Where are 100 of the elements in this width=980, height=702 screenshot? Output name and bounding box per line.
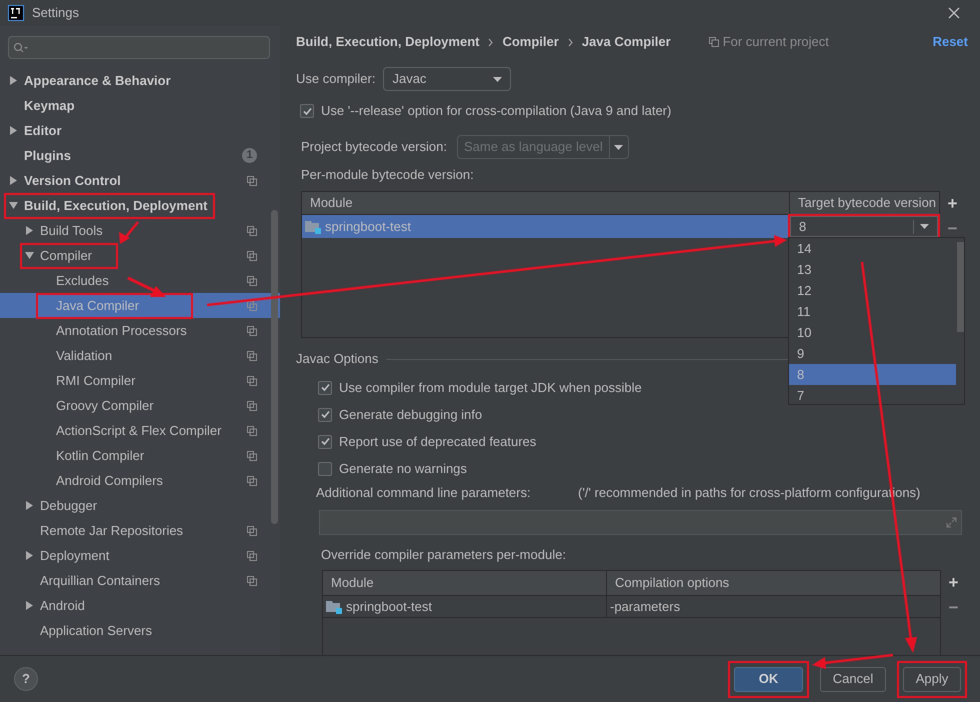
chevron-icon — [488, 38, 494, 46]
item-label: Android — [40, 596, 85, 615]
breadcrumb-item[interactable]: Java Compiler — [582, 32, 671, 52]
remove-button[interactable]: − — [941, 595, 966, 620]
section-title: Javac Options — [296, 350, 378, 368]
breadcrumb-item[interactable]: Compiler — [502, 32, 559, 52]
ok-button[interactable]: OK — [734, 666, 803, 692]
sidebar-item[interactable]: Groovy Compiler — [0, 393, 280, 418]
check-icon — [320, 436, 330, 447]
sidebar-item[interactable]: Annotation Processors — [0, 318, 280, 343]
sidebar-item[interactable]: Keymap — [0, 93, 280, 118]
list-option[interactable]: 14 — [789, 238, 956, 259]
list-option[interactable]: 10 — [789, 322, 956, 343]
field-label: Per-module bytecode version: — [301, 166, 474, 184]
sidebar-item[interactable]: Version Control — [0, 168, 280, 193]
checkbox-label: Generate no warnings — [339, 460, 467, 478]
item-label: Java Compiler — [56, 296, 140, 315]
window-title: Settings — [32, 4, 79, 22]
close-icon[interactable] — [948, 7, 960, 19]
sidebar-item[interactable]: Kotlin Compiler — [0, 443, 280, 468]
list-option[interactable]: 7 — [789, 385, 956, 404]
sidebar-item[interactable]: RMI Compiler — [0, 368, 280, 393]
table-cell: springboot-test — [323, 596, 606, 617]
item-label: Arquillian Containers — [40, 572, 160, 590]
item-label: Compiler — [40, 246, 92, 265]
sidebar-item[interactable]: Validation — [0, 343, 280, 368]
checkbox[interactable] — [318, 380, 332, 394]
item-label: Appearance & Behavior — [24, 72, 171, 90]
list-option[interactable]: 11 — [789, 301, 956, 322]
expand-icon[interactable] — [946, 517, 957, 528]
scope-label: For current project — [722, 33, 829, 52]
check-icon — [320, 409, 330, 420]
sidebar-item[interactable]: Build, Execution, Deployment — [0, 193, 280, 218]
column-header[interactable]: Module — [323, 571, 606, 595]
checkbox[interactable] — [318, 434, 332, 448]
list-option[interactable]: 9 — [789, 343, 956, 364]
add-button[interactable]: + — [941, 570, 966, 595]
checkbox-label: Generate debugging info — [339, 406, 482, 424]
item-label: Excludes — [56, 272, 109, 290]
column-header[interactable]: Module — [302, 192, 789, 214]
annotation-arrow — [119, 221, 139, 244]
caret-icon — [493, 76, 502, 82]
item-label: Editor — [24, 122, 62, 140]
cancel-button[interactable]: Cancel — [820, 666, 886, 692]
reset-link[interactable]: Reset — [932, 32, 968, 52]
apply-button[interactable]: Apply — [903, 666, 961, 692]
table-cell: -parameters — [606, 596, 940, 617]
checkbox-label: Report use of deprecated features — [339, 432, 536, 451]
item-label: Application Servers — [40, 622, 152, 640]
collapsed-arrow-icon — [25, 601, 34, 610]
column-header[interactable]: Compilation options — [606, 571, 940, 595]
field-label: Use compiler: — [296, 70, 376, 88]
collapsed-arrow-icon — [25, 226, 34, 235]
checkbox[interactable] — [318, 408, 332, 422]
compiler-dropdown[interactable]: Javac — [383, 67, 512, 91]
item-label: Plugins — [24, 146, 71, 165]
sidebar-item[interactable]: Application Servers — [0, 618, 280, 643]
item-label: Deployment — [40, 546, 110, 565]
collapsed-arrow-icon — [9, 176, 18, 185]
sidebar-item[interactable]: Compiler — [0, 243, 280, 268]
checkbox-label: Use compiler from module target JDK when possible — [339, 378, 642, 397]
scrollbar[interactable] — [957, 242, 964, 332]
folder-icon — [305, 219, 321, 234]
checkbox-label: Use '--release' option for cross-compilation (Java 9 and later) — [321, 102, 672, 120]
sidebar-item[interactable]: Editor — [0, 118, 280, 143]
item-label: Groovy Compiler — [56, 396, 154, 415]
folder-icon — [326, 599, 342, 614]
table-cell: springboot-test — [302, 215, 789, 238]
sidebar-item[interactable]: Build Tools — [0, 218, 280, 243]
scrollbar[interactable] — [271, 210, 278, 524]
sidebar-item[interactable]: Appearance & Behavior — [0, 68, 280, 93]
sidebar-item[interactable]: Excludes — [0, 268, 280, 293]
item-label: Keymap — [24, 96, 75, 115]
sidebar-item[interactable]: Arquillian Containers — [0, 568, 280, 593]
sidebar-item[interactable]: Android — [0, 593, 280, 618]
list-option[interactable]: 13 — [789, 259, 956, 280]
help-button[interactable]: ? — [14, 667, 38, 691]
search-field[interactable] — [8, 36, 270, 59]
remove-button[interactable]: − — [940, 216, 965, 241]
add-button[interactable]: + — [940, 191, 965, 216]
sidebar-item[interactable]: Remote Jar Repositories — [0, 518, 280, 543]
checkbox[interactable] — [300, 104, 314, 118]
collapsed-arrow-icon — [25, 551, 34, 560]
version-dropdown[interactable]: 8 — [790, 216, 938, 237]
expanded-arrow-icon — [25, 251, 34, 260]
parameters-field[interactable] — [319, 510, 962, 535]
caret-icon — [614, 144, 624, 150]
field-label: Additional command line parameters: — [316, 484, 532, 502]
item-label: Version Control — [24, 172, 121, 190]
checkbox[interactable] — [318, 462, 332, 476]
item-label: Annotation Processors — [56, 322, 187, 340]
sidebar-item[interactable]: Android Compilers — [0, 468, 280, 493]
sidebar-item[interactable]: ActionScript & Flex Compiler — [0, 418, 280, 443]
sidebar-item[interactable]: Debugger — [0, 493, 280, 518]
list-option[interactable]: 12 — [789, 280, 956, 301]
breadcrumb-item[interactable]: Build, Execution, Deployment — [296, 32, 480, 52]
annotation-arrow — [127, 276, 166, 297]
item-label: Debugger — [40, 496, 98, 515]
item-label: RMI Compiler — [56, 372, 136, 390]
sidebar-item[interactable]: Deployment — [0, 543, 280, 568]
